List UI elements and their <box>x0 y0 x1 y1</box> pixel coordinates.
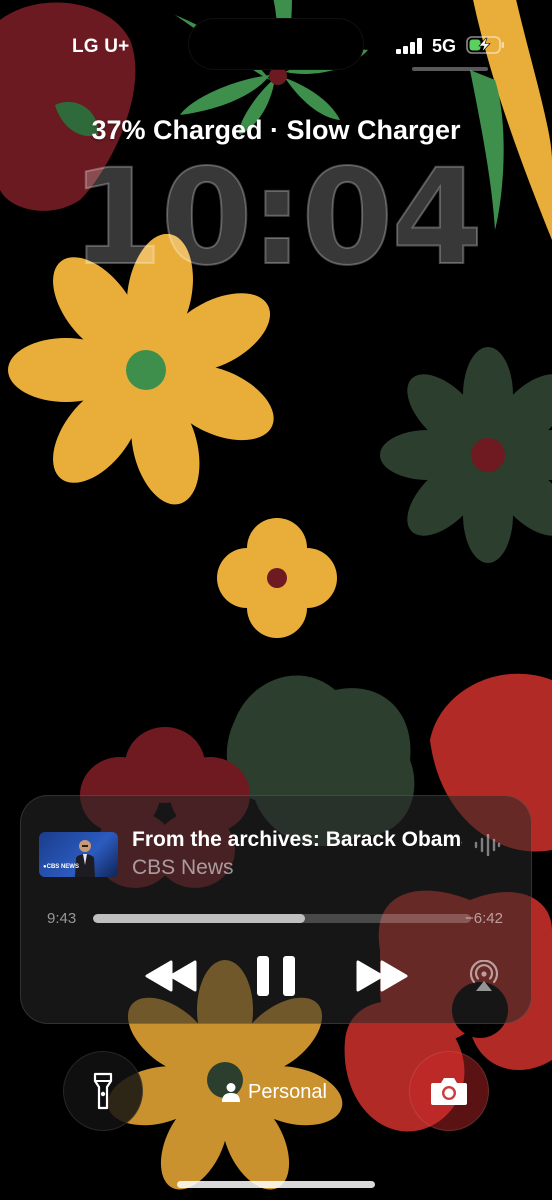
airplay-audio-icon <box>469 959 499 991</box>
now-playing-widget[interactable]: ●CBS NEWS From the archives: Barack Obam… <box>20 795 532 1024</box>
status-bar: LG U+ 5G <box>0 0 552 90</box>
remaining-time: −6:42 <box>465 910 503 927</box>
camera-button[interactable] <box>409 1051 489 1131</box>
dynamic-island <box>188 18 364 70</box>
carrier-name: LG U+ <box>72 36 130 57</box>
playback-scrubber[interactable] <box>93 914 471 923</box>
dark-green-flower <box>380 347 552 563</box>
flashlight-button[interactable] <box>63 1051 143 1131</box>
lock-screen-clock: 10:04 <box>70 141 484 295</box>
elapsed-time: 9:43 <box>47 910 77 927</box>
pause-icon <box>257 956 295 996</box>
playback-progress-fill <box>93 914 305 923</box>
fast-forward-button[interactable] <box>354 956 408 996</box>
track-source: CBS News <box>132 856 234 879</box>
control-center-hint[interactable] <box>412 67 488 71</box>
home-indicator[interactable] <box>177 1181 375 1188</box>
cellular-signal-icon <box>396 38 422 54</box>
flashlight-icon <box>93 1072 113 1110</box>
camera-icon <box>431 1078 467 1105</box>
person-icon <box>222 1083 240 1102</box>
artwork-person <box>75 840 95 877</box>
rewind-icon <box>145 960 197 992</box>
rewind-button[interactable] <box>145 956 199 996</box>
yellow-flower-small <box>217 518 337 638</box>
waveform-icon <box>474 834 501 856</box>
network-type: 5G <box>432 36 457 56</box>
pause-button[interactable] <box>253 952 299 1000</box>
focus-mode-indicator[interactable]: Personal <box>222 1078 327 1106</box>
artwork-logo: ●CBS NEWS <box>43 864 79 870</box>
focus-mode-label: Personal <box>248 1080 327 1103</box>
battery-charging-icon <box>466 36 504 54</box>
airplay-button[interactable] <box>467 959 501 992</box>
album-artwork[interactable]: ●CBS NEWS <box>39 832 118 877</box>
fast-forward-icon <box>356 960 408 992</box>
track-title: From the archives: Barack Obama <box>132 828 462 851</box>
